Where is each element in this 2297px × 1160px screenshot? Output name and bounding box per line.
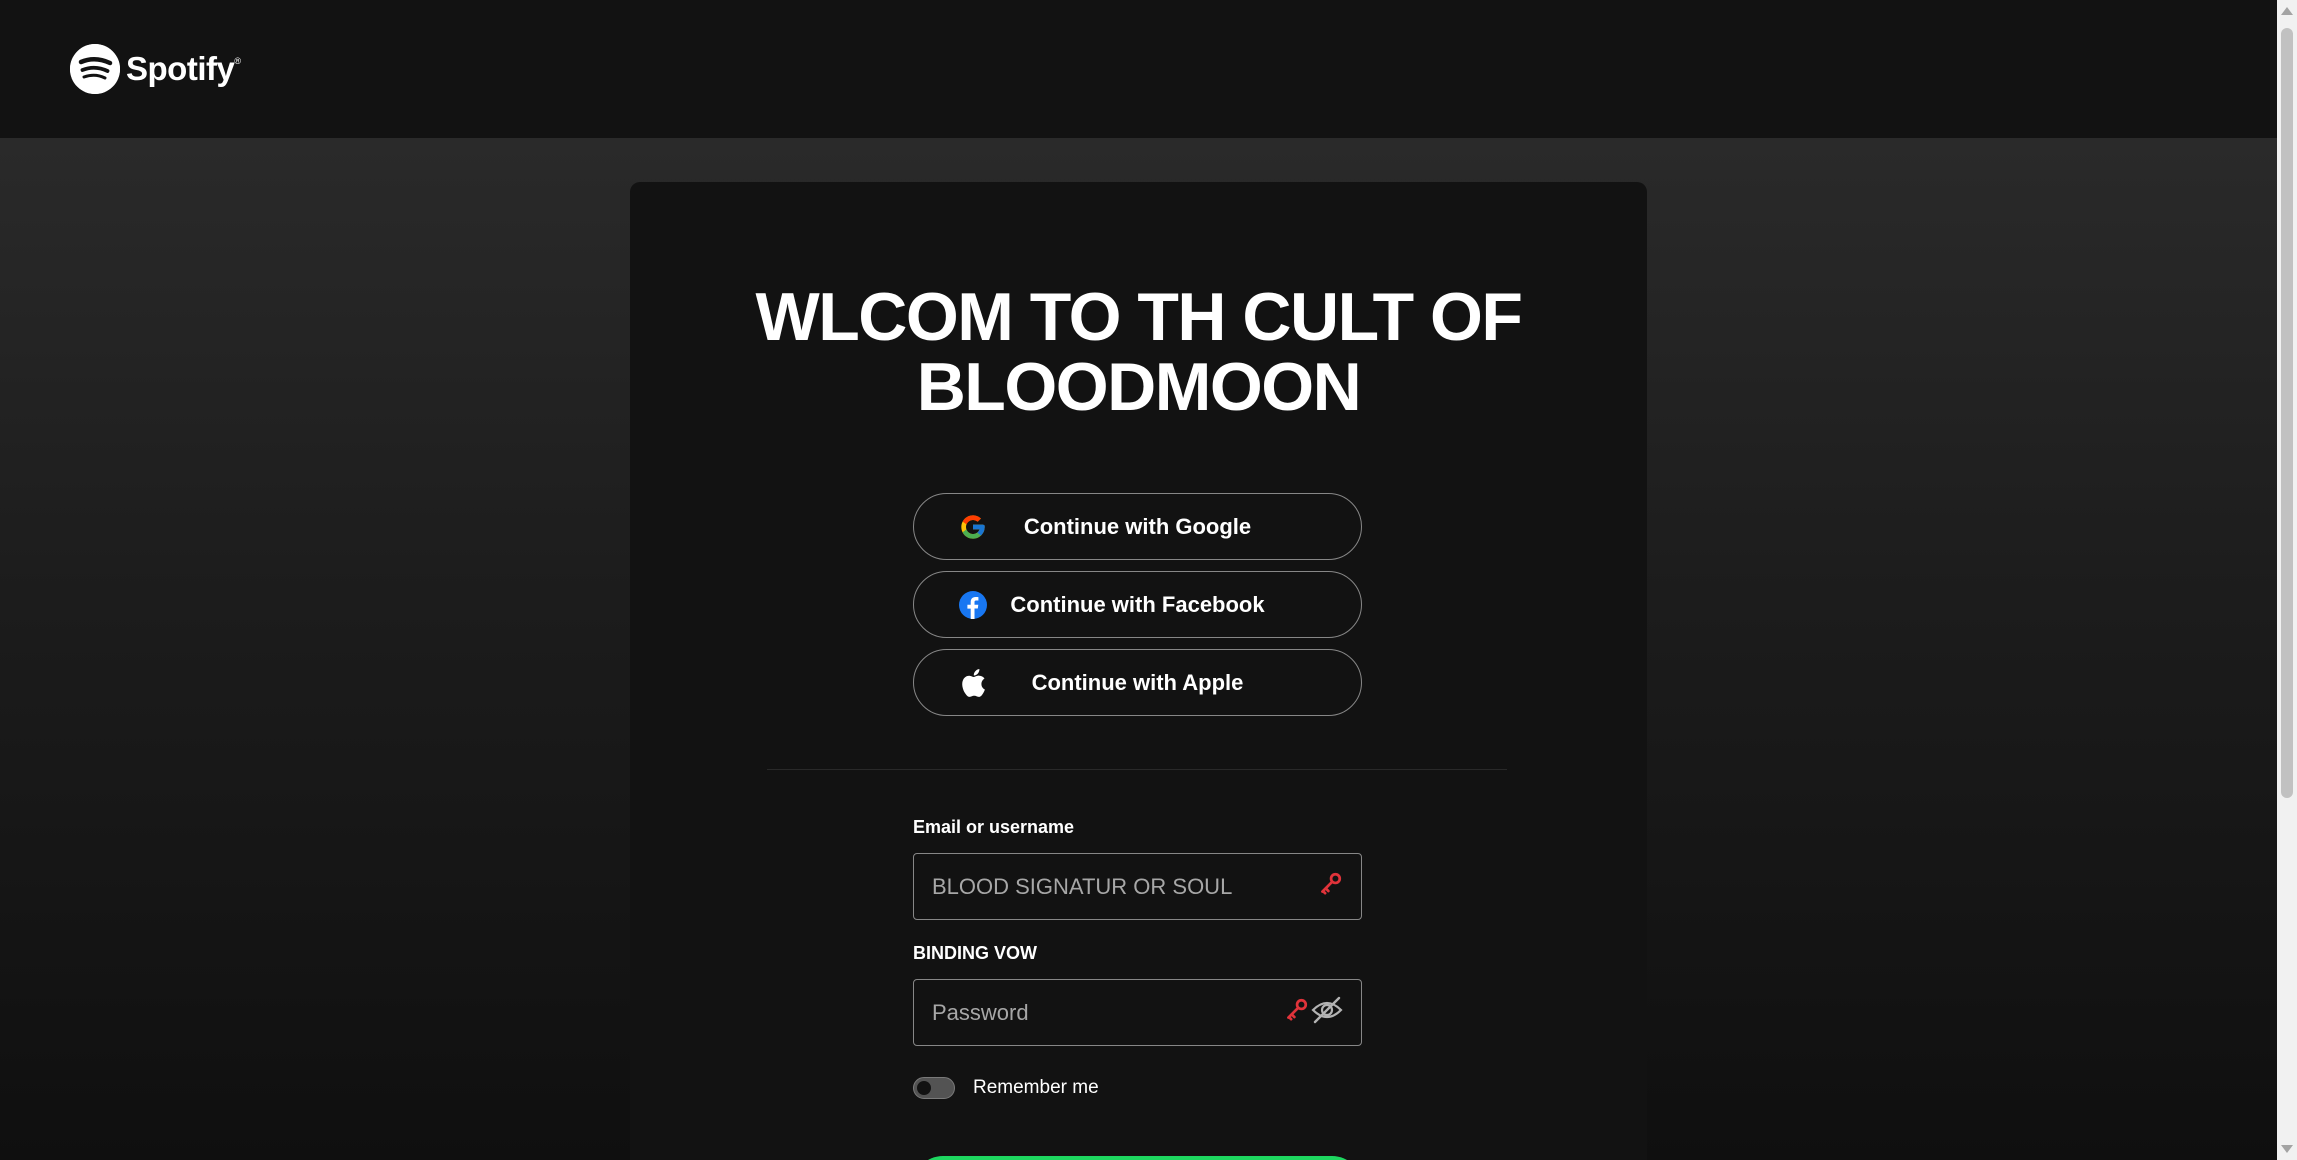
facebook-icon bbox=[958, 590, 988, 620]
provider-label: Continue with Apple bbox=[1031, 669, 1244, 695]
remember-me-toggle[interactable] bbox=[913, 1077, 955, 1099]
provider-buttons: Continue with Google Continue with Faceb… bbox=[913, 493, 1362, 727]
key-icon[interactable] bbox=[1317, 871, 1343, 902]
login-card: WLCOM TO TH CULT OF BLOODMOON Continue w… bbox=[630, 182, 1647, 1160]
vertical-scrollbar[interactable] bbox=[2277, 0, 2297, 1160]
password-input[interactable] bbox=[932, 999, 1283, 1026]
divider bbox=[767, 769, 1507, 770]
password-label: BINDING VOW bbox=[913, 943, 1037, 963]
field-icons bbox=[1283, 996, 1343, 1029]
eye-off-icon[interactable] bbox=[1311, 996, 1343, 1029]
remember-me-label: Remember me bbox=[973, 1077, 1099, 1098]
toggle-knob bbox=[917, 1081, 931, 1095]
logo-wordmark: Spotify® bbox=[126, 50, 241, 87]
scroll-thumb[interactable] bbox=[2281, 28, 2293, 798]
key-icon[interactable] bbox=[1283, 997, 1309, 1028]
continue-with-facebook-button[interactable]: Continue with Facebook bbox=[913, 571, 1362, 638]
scroll-up-icon[interactable] bbox=[2281, 7, 2293, 15]
google-icon bbox=[958, 512, 988, 542]
email-label: Email or username bbox=[913, 817, 1075, 837]
field-icons bbox=[1317, 871, 1343, 902]
apple-icon bbox=[958, 668, 988, 698]
email-field bbox=[913, 853, 1362, 920]
scroll-down-icon[interactable] bbox=[2281, 1145, 2293, 1153]
continue-with-google-button[interactable]: Continue with Google bbox=[913, 493, 1362, 560]
page-title: WLCOM TO TH CULT OF BLOODMOON bbox=[755, 279, 1523, 425]
provider-label: Continue with Google bbox=[1023, 513, 1252, 539]
remember-me: Remember me bbox=[913, 1077, 1099, 1099]
email-input[interactable] bbox=[932, 873, 1317, 900]
log-in-button[interactable] bbox=[913, 1156, 1362, 1160]
spotify-icon bbox=[70, 44, 120, 94]
password-field bbox=[913, 979, 1362, 1046]
top-bar: Spotify® bbox=[0, 0, 2277, 138]
spotify-logo[interactable]: Spotify® bbox=[70, 44, 241, 94]
continue-with-apple-button[interactable]: Continue with Apple bbox=[913, 649, 1362, 716]
provider-label: Continue with Facebook bbox=[1010, 591, 1265, 617]
